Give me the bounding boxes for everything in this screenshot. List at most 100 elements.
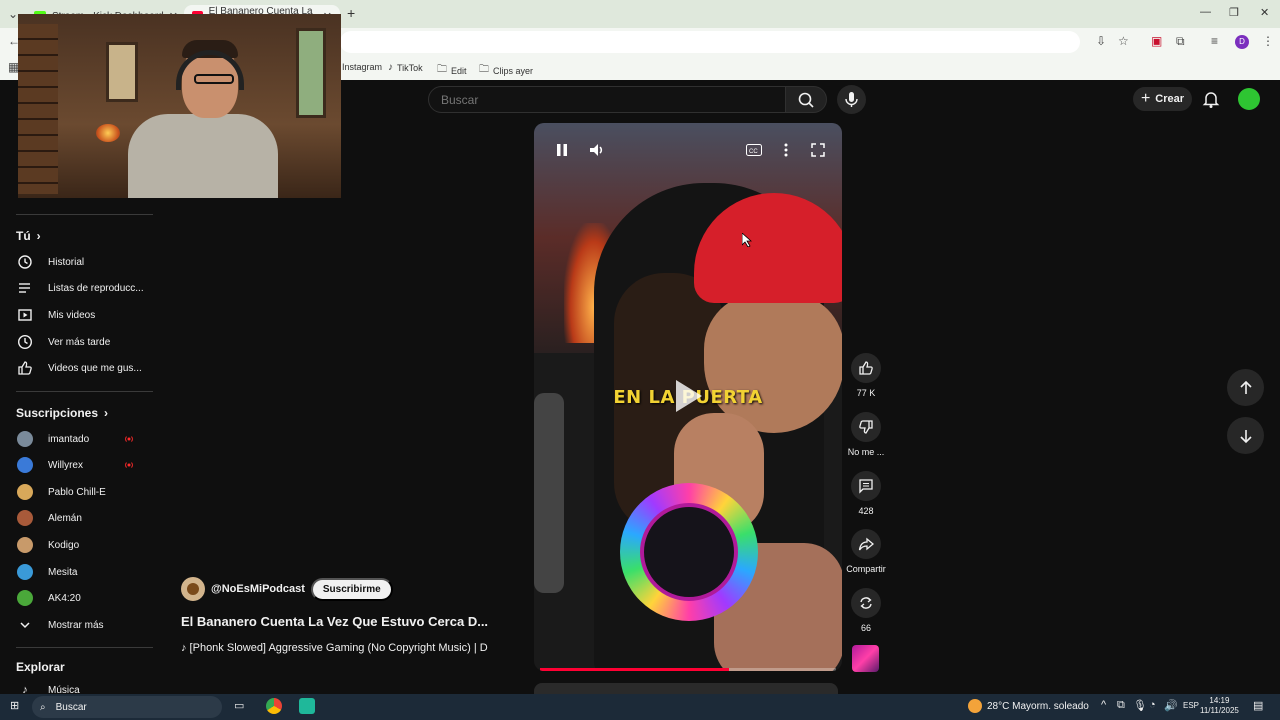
- menu-kebab-icon[interactable]: ⋮: [1262, 34, 1274, 48]
- notification-center-icon[interactable]: ▤: [1253, 699, 1263, 712]
- remix-count: 66: [860, 623, 871, 633]
- progress-bar[interactable]: [540, 668, 836, 671]
- bookmark-instagram[interactable]: Instagram: [342, 62, 382, 72]
- share-action[interactable]: Compartir: [846, 529, 886, 574]
- sidebar-sub-imantado[interactable]: imantado: [0, 426, 152, 452]
- search-input[interactable]: [441, 93, 771, 107]
- close-window-icon[interactable]: ✕: [1260, 6, 1269, 19]
- install-icon[interactable]: ⇩: [1096, 34, 1106, 48]
- short-video-player[interactable]: EN LA PUERTA CC: [534, 123, 842, 671]
- sidebar-item-label: imantado: [48, 433, 90, 445]
- music-track[interactable]: ♪ [Phonk Slowed] Aggressive Gaming (No C…: [181, 642, 488, 654]
- sidebar-sub-pablo-chill-e[interactable]: Pablo Chill-E: [0, 479, 152, 505]
- sidebar-sub-willyrex[interactable]: Willyrex: [0, 452, 152, 478]
- search-button[interactable]: [785, 86, 827, 113]
- video-title[interactable]: El Bananero Cuenta La Vez Que Estuvo Cer…: [181, 614, 488, 629]
- extension-red-icon[interactable]: ▣: [1151, 34, 1162, 48]
- pause-button[interactable]: [552, 141, 572, 159]
- sidebar-show-more[interactable]: Mostrar más: [0, 612, 152, 638]
- dislike-button[interactable]: [851, 412, 881, 442]
- share-button[interactable]: [851, 529, 881, 559]
- media-control-icon[interactable]: ≡: [1211, 34, 1218, 48]
- sidebar-sub-aleman[interactable]: Alemán: [0, 505, 152, 531]
- subscribe-button[interactable]: Suscribirme: [310, 577, 393, 601]
- account-avatar[interactable]: [1238, 88, 1260, 110]
- sidebar-you-header[interactable]: Tú ›: [16, 229, 41, 243]
- sidebar-item-label: Willyrex: [48, 459, 83, 471]
- network-icon[interactable]: ◔: [1149, 699, 1156, 711]
- sidebar-item-liked-videos[interactable]: Videos que me gus...: [0, 355, 152, 381]
- sidebar-sub-kodigo[interactable]: Kodigo: [0, 532, 152, 558]
- sidebar-item-label: AK4:20: [48, 592, 81, 604]
- previous-short-button[interactable]: [1227, 369, 1264, 406]
- comments-action[interactable]: 428: [846, 471, 886, 516]
- thumbs-up-icon: [859, 361, 873, 375]
- clock-time: 14:19: [1209, 696, 1230, 705]
- bookmark-clips-ayer[interactable]: 🗀 Clips ayer: [479, 62, 533, 79]
- avatar: [17, 510, 33, 526]
- new-tab-plus-icon[interactable]: +: [347, 5, 355, 21]
- channel-name[interactable]: @NoEsMiPodcast: [211, 583, 305, 595]
- taskbar-search[interactable]: ⌕ Buscar: [32, 696, 222, 718]
- task-view-icon[interactable]: ▭: [234, 699, 244, 712]
- volume-icon: [590, 144, 603, 156]
- like-action[interactable]: 77 K: [846, 353, 886, 398]
- sidebar-item-label: Ver más tarde: [48, 336, 111, 348]
- volume-button[interactable]: [587, 141, 607, 159]
- sidebar-sub-ak420[interactable]: AK4:20: [0, 585, 152, 611]
- remix-action[interactable]: 66: [846, 588, 886, 633]
- history-icon: [16, 253, 34, 271]
- app-icon[interactable]: [299, 698, 315, 714]
- fullscreen-button[interactable]: [808, 141, 828, 159]
- sidebar-item-label: Kodigo: [48, 539, 80, 551]
- notifications-button[interactable]: [1200, 87, 1222, 111]
- tab-search-icon[interactable]: ⌄: [8, 7, 18, 21]
- remix-button[interactable]: [851, 588, 881, 618]
- share-label: Compartir: [846, 564, 886, 574]
- captions-button[interactable]: CC: [744, 141, 764, 159]
- address-bar[interactable]: [340, 31, 1080, 53]
- sidebar-item-playlists[interactable]: Listas de reproducc...: [0, 275, 152, 301]
- channel-avatar[interactable]: [181, 577, 205, 601]
- bookmark-label: Edit: [451, 65, 467, 76]
- sidebar-item-watch-later[interactable]: Ver más tarde: [0, 329, 152, 355]
- comments-button[interactable]: [851, 471, 881, 501]
- sidebar-subscriptions-header[interactable]: Suscripciones ›: [16, 406, 108, 420]
- bookmark-tiktok[interactable]: ♪ TikTok: [388, 62, 423, 73]
- chrome-icon[interactable]: [266, 698, 282, 714]
- taskbar: ⊞ ⌕ Buscar ▭ 28°C Mayorm. soleado ^ ⧉ 🎙 …: [0, 694, 1280, 720]
- profile-avatar[interactable]: D: [1235, 35, 1249, 49]
- windows-start-icon[interactable]: ⊞: [10, 699, 19, 712]
- sound-thumbnail[interactable]: [852, 645, 879, 672]
- clock[interactable]: 14:19 11/11/2025: [1200, 696, 1239, 716]
- like-button[interactable]: [851, 353, 881, 383]
- next-short-button[interactable]: [1227, 417, 1264, 454]
- sidebar-item-my-videos[interactable]: Mis videos: [0, 302, 152, 328]
- bookmark-star-icon[interactable]: ☆: [1118, 34, 1129, 48]
- speaker-icon[interactable]: 🔊: [1164, 699, 1178, 712]
- bookmark-edit[interactable]: 🗀 Edit: [437, 62, 467, 79]
- bookmark-label: Clips ayer: [493, 65, 534, 76]
- weather-text: 28°C Mayorm. soleado: [987, 700, 1089, 712]
- sidebar-item-label: Mis videos: [48, 309, 96, 321]
- language-indicator[interactable]: ESP: [1183, 701, 1199, 710]
- search-box[interactable]: [428, 86, 786, 113]
- maximize-icon[interactable]: ❐: [1229, 6, 1239, 19]
- tray-microphone-icon[interactable]: 🎙: [1133, 699, 1147, 712]
- weather-widget[interactable]: 28°C Mayorm. soleado: [968, 699, 1089, 713]
- rainbow-ring-graphic: [620, 483, 758, 621]
- sidebar-item-historial[interactable]: Historial: [0, 249, 152, 275]
- arrow-up-icon: [1239, 380, 1252, 394]
- section-title: Tú: [16, 229, 31, 243]
- sidebar-sub-mesita[interactable]: Mesita: [0, 559, 152, 585]
- sidebar-item-label: Videos que me gus...: [48, 362, 142, 374]
- pause-icon: [557, 144, 567, 156]
- voice-search-button[interactable]: [837, 85, 866, 114]
- create-button[interactable]: + Crear: [1133, 87, 1192, 111]
- extensions-puzzle-icon[interactable]: ⧉: [1176, 34, 1185, 49]
- minimize-icon[interactable]: —: [1200, 6, 1211, 18]
- dislike-action[interactable]: No me ...: [846, 412, 886, 457]
- more-options-button[interactable]: [776, 141, 796, 159]
- tray-chevron-up-icon[interactable]: ^: [1101, 699, 1106, 711]
- tray-app-icon[interactable]: ⧉: [1117, 699, 1125, 712]
